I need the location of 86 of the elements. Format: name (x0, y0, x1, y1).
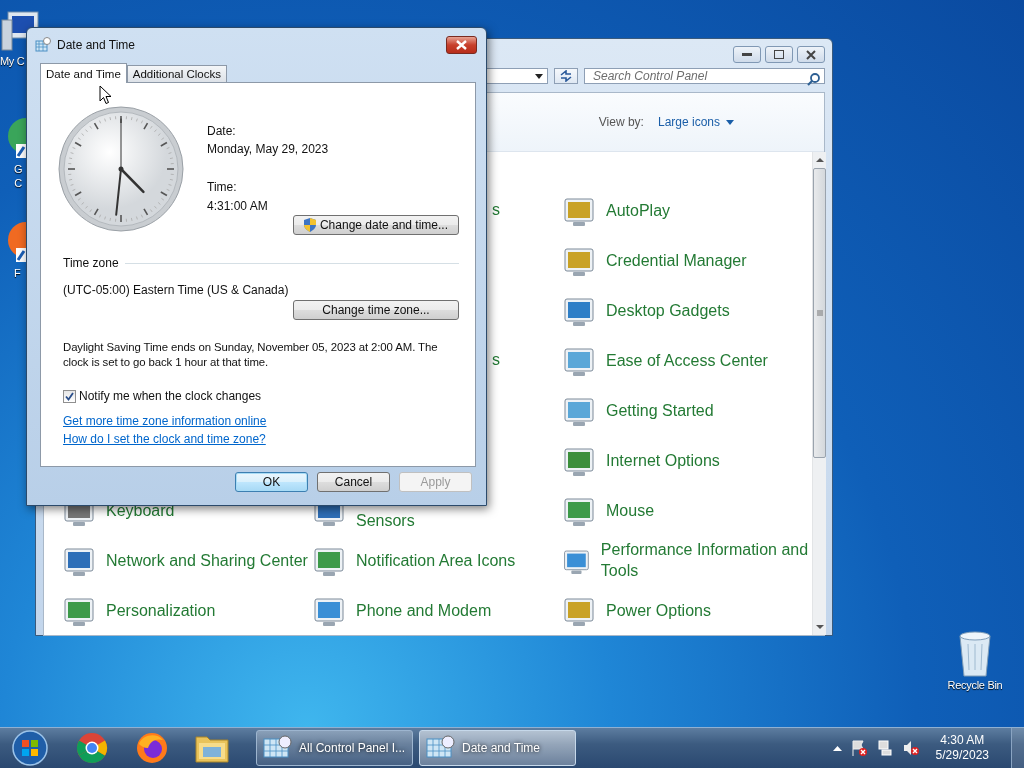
applet-link[interactable]: Internet Options (606, 449, 720, 471)
refresh-button[interactable] (554, 68, 578, 84)
refresh-icon (559, 70, 573, 82)
applet-icon (562, 398, 596, 427)
flag-warning-icon (849, 739, 868, 757)
dialog-button[interactable]: Cancel (317, 472, 390, 492)
close-icon (456, 40, 467, 50)
applet-link[interactable]: Performance Information and Tools (600, 539, 812, 581)
applet-link-fragment: s (492, 201, 500, 219)
view-dropdown[interactable]: Large icons (657, 115, 734, 129)
calendar-clock-icon (426, 735, 456, 761)
tray-date: 5/29/2023 (935, 748, 989, 763)
checkbox[interactable] (63, 389, 76, 403)
view-by-label: View by: (598, 115, 644, 129)
applet-icon (312, 548, 346, 577)
applet-link[interactable]: Notification Area Icons (356, 549, 516, 571)
show-desktop-button[interactable] (1011, 728, 1024, 768)
date-label: Date: (207, 123, 237, 139)
applet-icon (62, 598, 96, 627)
section-heading: Time zone (63, 255, 119, 271)
grip-icon (816, 310, 823, 316)
icon-label: My C (0, 54, 25, 68)
change-time-zone-button[interactable]: Change time zone... (293, 300, 459, 320)
checkbox-label: Notify me when the clock changes (79, 388, 262, 404)
tab[interactable]: Date and Time (40, 63, 127, 83)
show-hidden-icons-icon (832, 745, 842, 751)
close-button[interactable] (797, 46, 825, 63)
time-value: 4:31:00 AM (207, 198, 269, 214)
close-button[interactable] (446, 36, 477, 54)
applet-icon (562, 548, 591, 577)
applet-link[interactable]: Power Options (606, 599, 711, 621)
applet-link-fragment: s (492, 351, 500, 369)
applet-icon (562, 348, 596, 377)
tray-time: 4:30 AM (940, 733, 985, 748)
scroll-down-icon[interactable] (815, 623, 824, 631)
taskbar-button[interactable]: All Control Panel I... (256, 730, 413, 766)
applet-link[interactable]: Phone and Modem (356, 599, 492, 621)
network-icon (875, 739, 894, 757)
dialog-button[interactable]: OK (235, 472, 308, 492)
applet-icon (562, 248, 596, 277)
help-link[interactable]: How do I set the clock and time zone? (63, 432, 266, 446)
applet-link[interactable]: Personalization (106, 599, 216, 621)
time-label: Time: (207, 179, 238, 195)
icon-label: C (14, 176, 22, 190)
applet-icon (562, 498, 596, 527)
pointer-icon (99, 85, 112, 105)
checkmark-icon (65, 391, 74, 401)
maximize-icon (774, 50, 784, 59)
applet-icon (562, 598, 596, 627)
applet-link[interactable]: AutoPlay (606, 199, 671, 221)
time-zone-value: (UTC-05:00) Eastern Time (US & Canada) (63, 282, 290, 298)
speaker-muted-icon (901, 739, 920, 757)
trash-can-icon (956, 630, 994, 678)
icon-label: G (14, 162, 23, 176)
dst-note: Daylight Saving Time ends on Sunday, November 05, 2023 at 2:00 AM. The clock is set to go back 1 hour at that time. (63, 340, 439, 370)
applet-icon (312, 598, 346, 627)
help-link[interactable]: Get more time zone information online (63, 414, 267, 428)
search-field[interactable]: Search Control Panel (584, 68, 825, 84)
applet-link[interactable]: Credential Manager (606, 249, 747, 271)
tab[interactable]: Additional Clocks (126, 65, 227, 82)
icon-label: F (14, 266, 21, 280)
applet-icon (62, 548, 96, 577)
calendar-clock-icon (263, 735, 293, 761)
applet-icon (562, 198, 596, 227)
scroll-up-icon[interactable] (815, 156, 824, 164)
change-date-time-button[interactable]: Change date and time... (293, 215, 459, 235)
search-icon (807, 73, 820, 86)
window-title: Date and Time (57, 38, 137, 52)
applet-link[interactable]: Ease of Access Center (606, 349, 768, 371)
shield-icon (303, 218, 316, 232)
applet-link[interactable]: Mouse (606, 499, 655, 521)
scrollbar-thumb[interactable] (813, 168, 826, 458)
applet-icon (562, 448, 596, 477)
dropdown-arrow-icon (535, 73, 543, 79)
icon-label: Recycle Bin (947, 678, 1003, 692)
applet-link[interactable]: Desktop Gadgets (606, 299, 730, 321)
calendar-clock-icon (35, 37, 51, 53)
applet-link[interactable]: Getting Started (606, 399, 714, 421)
caret-icon (726, 119, 734, 125)
minimize-icon (742, 52, 752, 57)
date-value: Monday, May 29, 2023 (207, 141, 330, 157)
close-icon (806, 49, 816, 60)
maximize-button[interactable] (765, 46, 793, 63)
minimize-button[interactable] (733, 46, 761, 63)
applet-link[interactable]: Network and Sharing Center (106, 549, 308, 571)
applet-icon (562, 298, 596, 327)
